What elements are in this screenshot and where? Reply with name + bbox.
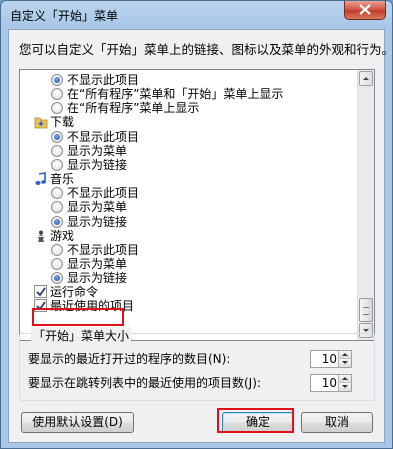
use-defaults-button[interactable]: 使用默认设置(D) (21, 412, 134, 433)
scroll-thumb[interactable] (359, 298, 373, 322)
group-title: 「开始」菜单大小 (31, 327, 132, 344)
jump-list-label: 要显示在跳转列表中的最近使用的项目数(J): (28, 376, 261, 390)
jump-list-value[interactable]: 10 (311, 376, 337, 390)
option-label: 显示为链接 (67, 158, 128, 172)
description-text: 您可以自定义「开始」菜单上的链接、图标以及菜单的外观和行为。 (19, 42, 393, 57)
option-label: 不显示此项目 (67, 130, 140, 144)
recent-programs-down-button[interactable] (338, 359, 351, 367)
option-label: 音乐 (50, 172, 75, 186)
radio-button[interactable] (51, 187, 63, 199)
check-mark-icon (36, 287, 46, 297)
radio-button[interactable] (51, 272, 63, 284)
option-label: 不显示此项目 (67, 73, 140, 87)
radio-button[interactable] (51, 244, 63, 256)
radio-button[interactable] (51, 145, 63, 157)
arrow-up-icon (363, 77, 369, 80)
title-bar[interactable]: 自定义「开始」菜单 (1, 1, 392, 29)
recent-programs-value[interactable]: 10 (311, 352, 337, 366)
recent-programs-up-button[interactable] (338, 351, 351, 359)
jump-list-up-button[interactable] (338, 375, 351, 383)
option-label: 不显示此项目 (67, 186, 140, 200)
option-label: 运行命令 (50, 285, 99, 299)
cancel-button[interactable]: 取消 (301, 412, 373, 433)
run-command-highlight (32, 308, 124, 326)
window-title: 自定义「开始」菜单 (10, 9, 119, 23)
downloads-folder-icon (34, 115, 48, 129)
options-listbox[interactable]: 不显示此项目 在“所有程序”菜单和「开始」菜单上显示 在“所有程序”菜单上显示 下载不… (19, 69, 375, 341)
radio-button[interactable] (51, 201, 63, 213)
option-label: 显示为菜单 (67, 257, 128, 271)
jump-list-spinner[interactable]: 10 (310, 374, 352, 392)
scroll-up-button[interactable] (359, 71, 373, 86)
recent-programs-label: 要显示的最近打开过的程序的数目(N): (28, 352, 231, 366)
option-label: 游戏 (50, 229, 75, 243)
radio-button[interactable] (51, 258, 63, 270)
option-label: 不显示此项目 (67, 243, 140, 257)
checkbox[interactable] (34, 285, 47, 298)
games-chess-icon (34, 229, 48, 243)
option-label: 显示为菜单 (67, 200, 128, 214)
radio-button[interactable] (51, 159, 63, 171)
option-label: 下载 (50, 115, 75, 129)
vertical-scrollbar[interactable] (357, 70, 374, 340)
radio-button[interactable] (51, 216, 63, 228)
radio-button[interactable] (51, 74, 63, 86)
option-label: 显示为链接 (67, 215, 128, 229)
option-label: 在“所有程序”菜单上显示 (67, 101, 200, 115)
radio-button[interactable] (51, 88, 63, 100)
option-label: 在“所有程序”菜单和「开始」菜单上显示 (67, 87, 284, 101)
dialog-window: 自定义「开始」菜单 您可以自定义「开始」菜单上的链接、图标以及菜单的外观和行为。… (0, 0, 393, 449)
start-menu-size-group: 「开始」菜单大小 要显示的最近打开过的程序的数目(N): 10 要显示在跳转列表… (19, 327, 375, 401)
dialog-client: 您可以自定义「开始」菜单上的链接、图标以及菜单的外观和行为。 不显示此项目 在“所… (8, 29, 393, 443)
option-label: 显示为菜单 (67, 144, 128, 158)
radio-button[interactable] (51, 131, 63, 143)
ok-highlight (217, 408, 294, 433)
music-note-icon (34, 172, 48, 186)
close-button[interactable] (344, 1, 386, 20)
recent-programs-spinner[interactable]: 10 (310, 350, 352, 368)
radio-button[interactable] (51, 102, 63, 114)
option-label: 显示为链接 (67, 271, 128, 285)
close-icon (359, 4, 371, 15)
jump-list-down-button[interactable] (338, 383, 351, 391)
